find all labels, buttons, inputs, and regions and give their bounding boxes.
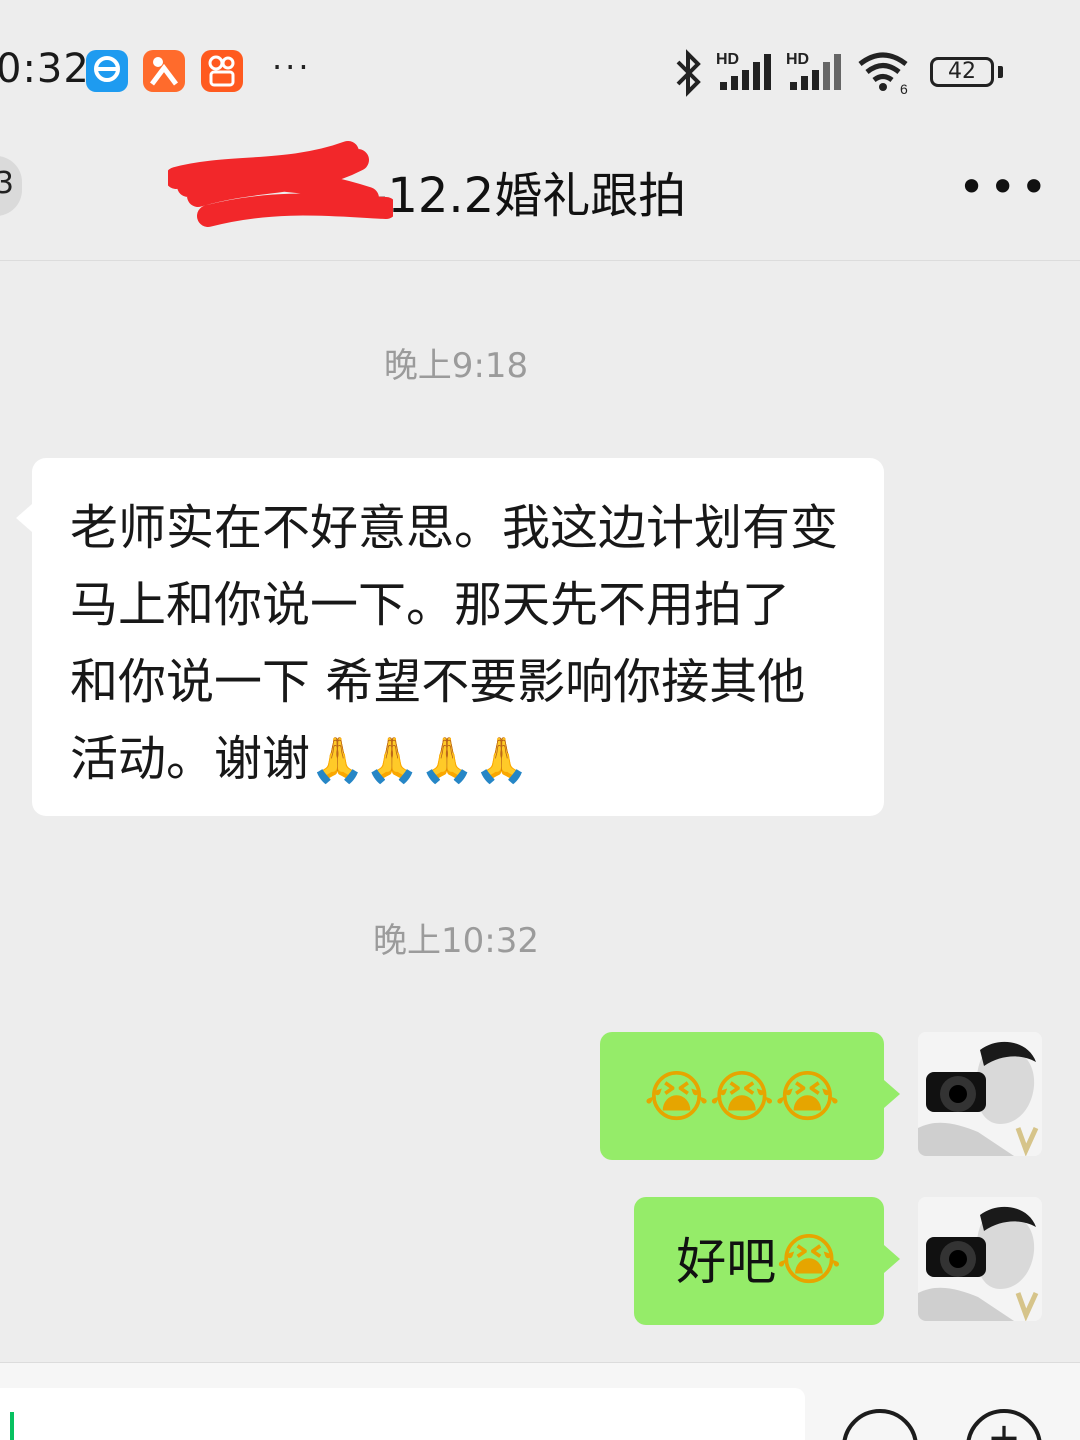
chat-screen: 0:32 ··· HD HD 6 42 3 -12.2婚礼跟拍 ••• 晚上9:… [0, 0, 1080, 1440]
bluetooth-icon [676, 49, 701, 97]
text-cursor [10, 1412, 14, 1440]
signal-icon: HD [716, 51, 771, 90]
wifi-icon: 6 [858, 52, 908, 96]
outgoing-message-bubble[interactable]: 好吧😭 [634, 1197, 900, 1325]
outgoing-message-bubble[interactable]: 😭😭😭 [600, 1032, 900, 1160]
message-input[interactable] [0, 1388, 805, 1440]
plus-icon[interactable]: + [966, 1409, 1042, 1440]
svg-text:HD: HD [786, 51, 809, 68]
status-time: 0:32 [0, 46, 90, 92]
back-button[interactable]: 3 [0, 156, 22, 216]
battery-tip [998, 66, 1003, 78]
crying-laughing-emoji: 😭 [643, 1065, 710, 1130]
svg-text:6: 6 [900, 81, 908, 96]
battery-indicator: 42 [930, 57, 994, 87]
pray-emoji: 🙏 [310, 735, 365, 786]
unread-badge: 3 [0, 166, 14, 201]
photographer-avatar-image [918, 1032, 1042, 1156]
message-timestamp: 晚上9:18 [383, 346, 529, 386]
incoming-message-bubble[interactable]: 老师实在不好意思。我这边计划有变 马上和你说一下。那天先不用拍了 和你说一下 希… [16, 458, 884, 816]
message-input-bar: + [0, 1362, 1080, 1440]
user-avatar[interactable] [918, 1032, 1042, 1156]
message-text: 好吧 [676, 1233, 777, 1291]
signal-icon: HD [786, 51, 841, 90]
message-timestamp: 晚上10:32 [373, 921, 539, 961]
pray-emoji: 🙏 [474, 735, 530, 786]
pray-emoji: 🙏 [364, 735, 420, 786]
browser-app-icon [86, 50, 128, 92]
crying-laughing-emoji: 😭 [776, 1228, 842, 1293]
kuaishou-app-icon [201, 50, 243, 92]
user-avatar[interactable] [918, 1197, 1042, 1321]
redaction-scribble [168, 141, 393, 227]
dianping-app-icon [143, 50, 185, 92]
chat-menu-button[interactable]: ••• [958, 160, 1051, 214]
svg-text:HD: HD [716, 51, 739, 68]
chat-header: 3 -12.2婚礼跟拍 ••• [0, 130, 1080, 261]
crying-laughing-emoji: 😭 [709, 1065, 775, 1130]
notification-more-icon: ··· [272, 48, 312, 86]
crying-laughing-emoji: 😭 [774, 1065, 841, 1130]
photographer-avatar-image [918, 1197, 1042, 1321]
status-bar: 0:32 ··· HD HD 6 42 [0, 0, 1080, 130]
voice-icon[interactable] [842, 1409, 918, 1440]
pray-emoji: 🙏 [419, 735, 475, 786]
